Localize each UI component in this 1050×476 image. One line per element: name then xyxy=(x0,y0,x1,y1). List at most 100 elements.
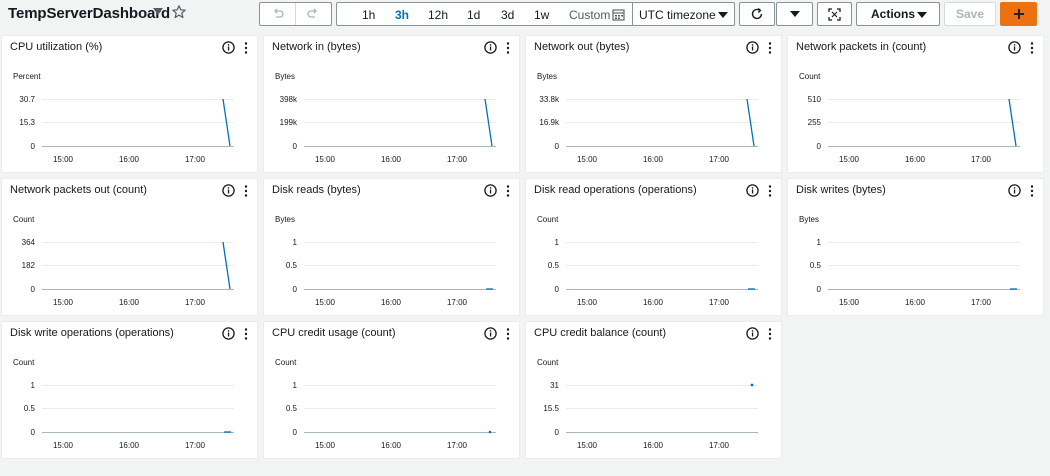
metric-chart: 1 0.5 0 15:00 16:00 17:00 xyxy=(286,381,496,450)
x-tick-label: 17:00 xyxy=(709,155,730,164)
metric-chart: 30.7 15.3 0 15:00 16:00 17:00 xyxy=(19,95,234,164)
x-tick-label: 15:00 xyxy=(315,155,336,164)
actions-label: Actions xyxy=(871,7,916,21)
y-tick-label: 0 xyxy=(31,285,36,294)
metric-chart: 1 0.5 0 15:00 16:00 17:00 xyxy=(24,381,234,450)
range-3h[interactable]: 3h xyxy=(395,8,409,22)
x-tick-label: 16:00 xyxy=(381,441,402,450)
x-tick-label: 17:00 xyxy=(185,155,206,164)
caret-down-icon xyxy=(917,12,927,18)
x-tick-label: 16:00 xyxy=(119,298,140,307)
caret-down-icon[interactable] xyxy=(153,8,163,15)
y-tick-label: 510 xyxy=(808,95,822,104)
y-tick-label: 30.7 xyxy=(19,95,35,104)
y-tick-label: 182 xyxy=(22,261,36,270)
x-tick-label: 16:00 xyxy=(381,298,402,307)
refresh-icon xyxy=(751,7,763,20)
add-widget-button[interactable] xyxy=(1000,2,1037,26)
timezone-select[interactable]: UTC timezone xyxy=(639,8,716,22)
dashboard-header: TempServerDashboard 1h 3h 12h 1d 3d 1w C… xyxy=(0,0,1050,28)
metric-chart: 33.8k 16.9k 0 15:00 16:00 17:00 xyxy=(539,95,758,164)
x-tick-label: 15:00 xyxy=(577,441,598,450)
x-tick-label: 16:00 xyxy=(905,155,926,164)
redo-button[interactable] xyxy=(296,3,331,25)
metric-widget[interactable]: CPU utilization (%) Percent 30.7 15.3 0 15:00… xyxy=(1,35,258,173)
y-tick-label: 0 xyxy=(31,428,36,437)
y-tick-label: 199k xyxy=(280,118,298,127)
y-tick-label: 0 xyxy=(293,142,298,151)
x-tick-label: 17:00 xyxy=(971,298,992,307)
plus-icon xyxy=(1013,9,1024,19)
range-12h[interactable]: 12h xyxy=(428,8,448,22)
y-tick-label: 0 xyxy=(555,285,560,294)
y-tick-label: 1 xyxy=(293,238,298,247)
x-tick-label: 16:00 xyxy=(643,298,664,307)
metric-widget[interactable]: Network out (bytes) Bytes 33.8k 16.9k 0 15:00… xyxy=(525,35,782,173)
y-tick-label: 0 xyxy=(555,142,560,151)
metric-chart: 364 182 0 15:00 16:00 17:00 xyxy=(22,238,234,307)
range-3d[interactable]: 3d xyxy=(501,8,514,22)
x-tick-label: 17:00 xyxy=(447,155,468,164)
metric-widget[interactable]: Disk reads (bytes) Bytes 1 0.5 0 15:00 16:00 17… xyxy=(263,178,520,316)
actions-button[interactable]: Actions xyxy=(856,2,940,26)
refresh-options-button[interactable] xyxy=(776,2,813,26)
caret-down-icon xyxy=(789,11,800,17)
x-tick-label: 15:00 xyxy=(53,441,74,450)
metric-chart: 31 15.5 0 15:00 16:00 17:00 xyxy=(543,381,758,450)
x-tick-label: 16:00 xyxy=(381,155,402,164)
y-tick-label: 33.8k xyxy=(539,95,560,104)
metric-chart: 398k 199k 0 15:00 16:00 17:00 xyxy=(280,95,496,164)
undo-button[interactable] xyxy=(260,3,295,25)
y-tick-label: 31 xyxy=(550,381,559,390)
metric-widget[interactable]: Network packets out (count) Count 364 182 0 1… xyxy=(1,178,258,316)
refresh-button[interactable] xyxy=(739,2,775,26)
range-1h[interactable]: 1h xyxy=(362,8,375,22)
fullscreen-button[interactable] xyxy=(817,2,852,26)
x-tick-label: 17:00 xyxy=(709,298,730,307)
y-tick-label: 15.5 xyxy=(543,404,559,413)
y-tick-label: 0 xyxy=(31,142,36,151)
metric-widget[interactable]: Network in (bytes) Bytes 398k 199k 0 15:00 16:… xyxy=(263,35,520,173)
save-button[interactable]: Save xyxy=(944,2,996,26)
caret-down-icon[interactable] xyxy=(718,12,728,18)
series-point xyxy=(750,383,754,387)
range-1w[interactable]: 1w xyxy=(534,8,549,22)
custom-range-button[interactable]: Custom xyxy=(569,8,610,22)
fullscreen-icon xyxy=(828,7,841,21)
metric-widget[interactable]: CPU credit balance (count) Count 31 15.5 0 15… xyxy=(525,321,782,459)
metric-chart: 1 0.5 0 15:00 16:00 17:00 xyxy=(286,238,496,307)
metric-chart: 510 255 0 15:00 16:00 17:00 xyxy=(808,95,1020,164)
x-tick-label: 17:00 xyxy=(447,298,468,307)
metric-widget[interactable]: Disk write operations (operations) Count 1… xyxy=(1,321,258,459)
dashboard-title[interactable]: TempServerDashboard xyxy=(8,5,170,22)
y-tick-label: 0 xyxy=(817,142,822,151)
x-tick-label: 16:00 xyxy=(119,155,140,164)
y-tick-label: 1 xyxy=(555,238,560,247)
metric-widget[interactable]: Disk writes (bytes) Bytes 1 0.5 0 15:00 16:00 1… xyxy=(787,178,1044,316)
x-tick-label: 16:00 xyxy=(905,298,926,307)
y-tick-label: 1 xyxy=(817,238,822,247)
y-tick-label: 0 xyxy=(555,428,560,437)
x-tick-label: 15:00 xyxy=(839,298,860,307)
metric-widget[interactable]: Network packets in (count) Count 510 255 0 15… xyxy=(787,35,1044,173)
y-tick-label: 1 xyxy=(293,381,298,390)
x-tick-label: 15:00 xyxy=(315,298,336,307)
x-tick-label: 17:00 xyxy=(185,298,206,307)
x-tick-label: 16:00 xyxy=(643,441,664,450)
x-tick-label: 15:00 xyxy=(53,298,74,307)
y-tick-label: 0 xyxy=(817,285,822,294)
calendar-icon[interactable] xyxy=(612,8,625,21)
series-point xyxy=(488,430,492,434)
range-1d[interactable]: 1d xyxy=(467,8,480,22)
save-label: Save xyxy=(955,7,985,21)
undo-redo-group xyxy=(259,2,332,26)
y-tick-label: 0.5 xyxy=(548,261,560,270)
y-tick-label: 0 xyxy=(293,428,298,437)
x-tick-label: 17:00 xyxy=(709,441,730,450)
metric-widget[interactable]: CPU credit usage (count) Count 1 0.5 0 15:00 1… xyxy=(263,321,520,459)
x-tick-label: 17:00 xyxy=(185,441,206,450)
star-icon[interactable] xyxy=(171,4,187,20)
x-tick-label: 15:00 xyxy=(53,155,74,164)
metric-widget[interactable]: Disk read operations (operations) Count 1 0… xyxy=(525,178,782,316)
y-tick-label: 0 xyxy=(293,285,298,294)
